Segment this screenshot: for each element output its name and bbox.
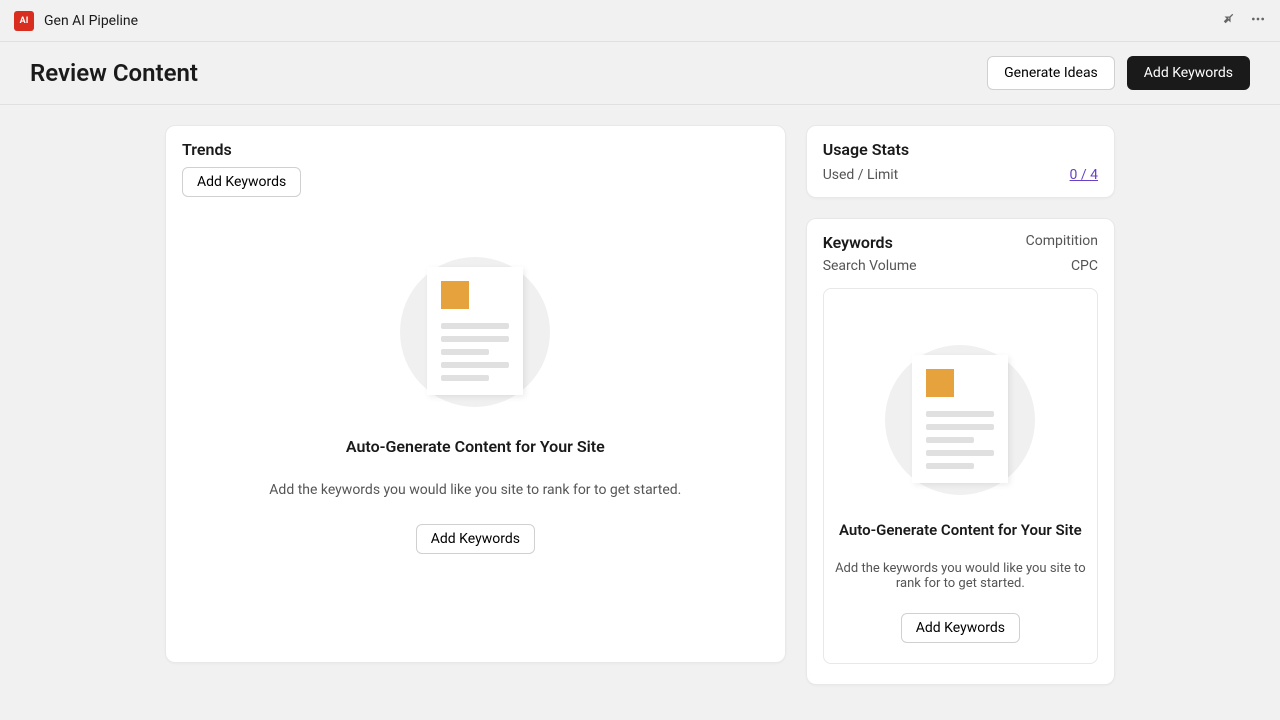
- trends-card: Trends Add Keywords Auto-Generate Conten…: [165, 125, 786, 663]
- keywords-empty-add-keywords-button[interactable]: Add Keywords: [901, 613, 1020, 643]
- trends-empty-add-keywords-button[interactable]: Add Keywords: [416, 524, 535, 554]
- topbar-left: AI Gen AI Pipeline: [14, 11, 138, 31]
- header-actions: Generate Ideas Add Keywords: [987, 56, 1250, 90]
- usage-value-link[interactable]: 0 / 4: [1070, 167, 1098, 183]
- app-title: Gen AI Pipeline: [44, 13, 138, 29]
- pin-icon[interactable]: [1220, 11, 1236, 31]
- topbar: AI Gen AI Pipeline: [0, 0, 1280, 42]
- topbar-right: [1220, 11, 1266, 31]
- usage-row: Used / Limit 0 / 4: [823, 167, 1098, 183]
- trends-title: Trends: [182, 140, 769, 159]
- keywords-empty-desc: Add the keywords you would like you site…: [824, 561, 1097, 591]
- usage-label: Used / Limit: [823, 167, 899, 183]
- keywords-cpc-label: CPC: [1071, 258, 1098, 274]
- content-area: Trends Add Keywords Auto-Generate Conten…: [0, 105, 1280, 685]
- usage-title: Usage Stats: [823, 140, 1098, 159]
- trends-empty-state: Auto-Generate Content for Your Site Add …: [182, 197, 769, 554]
- right-column: Usage Stats Used / Limit 0 / 4 Keywords …: [806, 125, 1115, 685]
- document-illustration-icon: [885, 345, 1035, 495]
- usage-stats-card: Usage Stats Used / Limit 0 / 4: [806, 125, 1115, 198]
- add-keywords-button[interactable]: Add Keywords: [1127, 56, 1250, 90]
- keywords-competition-label: Compitition: [1026, 233, 1098, 252]
- keywords-sub-row: Search Volume CPC: [823, 258, 1098, 274]
- trends-empty-desc: Add the keywords you would like you site…: [269, 482, 681, 498]
- keywords-title: Keywords: [823, 233, 893, 252]
- trends-empty-title: Auto-Generate Content for Your Site: [346, 437, 605, 456]
- keywords-header-row: Keywords Compitition: [823, 233, 1098, 252]
- keywords-card: Keywords Compitition Search Volume CPC: [806, 218, 1115, 685]
- keywords-empty-title: Auto-Generate Content for Your Site: [839, 521, 1082, 539]
- page-title: Review Content: [30, 59, 198, 87]
- app-logo-icon: AI: [14, 11, 34, 31]
- document-illustration-icon: [400, 257, 550, 407]
- generate-ideas-button[interactable]: Generate Ideas: [987, 56, 1115, 90]
- more-icon[interactable]: [1250, 11, 1266, 31]
- keywords-inner-card: Auto-Generate Content for Your Site Add …: [823, 288, 1098, 664]
- keywords-empty-state: Auto-Generate Content for Your Site Add …: [824, 305, 1097, 643]
- trends-add-keywords-button[interactable]: Add Keywords: [182, 167, 301, 197]
- page-header: Review Content Generate Ideas Add Keywor…: [0, 42, 1280, 105]
- keywords-search-volume-label: Search Volume: [823, 258, 917, 274]
